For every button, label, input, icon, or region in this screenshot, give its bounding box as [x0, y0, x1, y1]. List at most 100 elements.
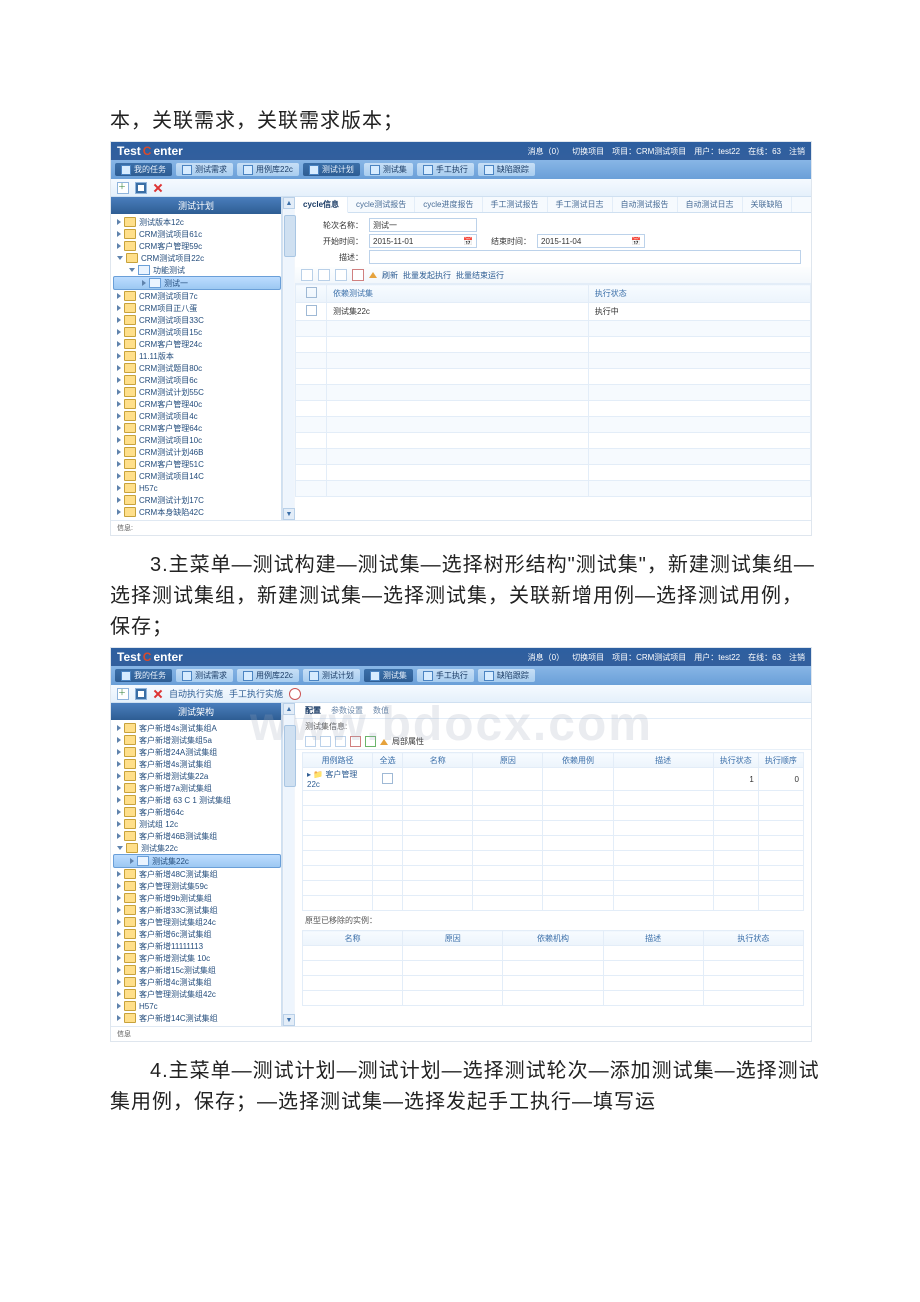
tree-node[interactable]: CRM测试项目15c	[113, 326, 281, 338]
tree-toggle-icon[interactable]	[117, 485, 121, 491]
col-header[interactable]: 依赖用例	[543, 753, 613, 768]
tb-auto-exec[interactable]: 自动执行实施	[169, 687, 223, 700]
hdr-logout[interactable]: 注销	[789, 652, 805, 663]
tree-node[interactable]: 客户新增4s测试集组	[113, 758, 281, 770]
subtab-config[interactable]: 配置	[305, 705, 321, 716]
save-icon[interactable]	[135, 688, 147, 700]
tree-toggle-icon[interactable]	[117, 425, 121, 431]
tree-toggle-icon[interactable]	[117, 883, 121, 889]
tree-node[interactable]: CRM客户管理24c	[113, 338, 281, 350]
tree-toggle-icon[interactable]	[117, 955, 121, 961]
menu-item[interactable]: 缺陷跟踪	[478, 163, 535, 176]
grid-refresh-label[interactable]: 刷新	[382, 270, 398, 281]
grid-batch-end-label[interactable]: 批量结束运行	[456, 270, 504, 281]
tree-toggle-icon[interactable]	[117, 1015, 121, 1021]
menu-item[interactable]: 测试需求	[176, 669, 233, 682]
tree-toggle-icon[interactable]	[117, 473, 121, 479]
save-icon[interactable]	[135, 182, 147, 194]
tree-node[interactable]: 客户新增测试集 10c	[113, 952, 281, 964]
col-exec-status[interactable]: 执行状态	[588, 285, 810, 303]
tab[interactable]: cycle进度报告	[415, 197, 482, 212]
tree-node[interactable]: 客户新增7a测试集组	[113, 782, 281, 794]
tree-node[interactable]: 客户新增15c测试集组	[113, 964, 281, 976]
menu-item[interactable]: 测试计划	[303, 163, 360, 176]
tab[interactable]: 自动测试报告	[613, 197, 678, 212]
tab[interactable]: cycle信息	[295, 197, 348, 213]
scroll-up-icon[interactable]: ▲	[283, 197, 295, 209]
tree-node[interactable]: 客户新增14C测试集组	[113, 1012, 281, 1024]
tree-node[interactable]: CRM客户管理51C	[113, 458, 281, 470]
tree-node[interactable]: 客户管理测试集59c	[113, 880, 281, 892]
hdr-logout[interactable]: 注销	[789, 146, 805, 157]
tree-node[interactable]: CRM测试计划17C	[113, 494, 281, 506]
col-header[interactable]: 依赖机构	[503, 931, 603, 946]
tree-toggle-icon[interactable]	[117, 401, 121, 407]
scroll-thumb[interactable]	[284, 725, 296, 787]
tree-node[interactable]: 客户新增测试集组5a	[113, 734, 281, 746]
tree-toggle-icon[interactable]	[117, 305, 121, 311]
col-header[interactable]: 名称	[303, 931, 403, 946]
tree-node[interactable]: 客户新增11111113	[113, 940, 281, 952]
tree-toggle-icon[interactable]	[117, 943, 121, 949]
menu-item[interactable]: 测试需求	[176, 163, 233, 176]
tree-toggle-icon[interactable]	[117, 437, 121, 443]
col-header[interactable]: 用例路径	[303, 753, 373, 768]
col-header[interactable]: 执行状态	[713, 753, 758, 768]
col-dep-testset[interactable]: 依赖测试集	[327, 285, 589, 303]
tree-toggle-icon[interactable]	[142, 280, 146, 286]
tab[interactable]: 关联缺陷	[743, 197, 792, 212]
row-checkbox[interactable]	[306, 305, 317, 316]
tree-toggle-icon[interactable]	[117, 895, 121, 901]
tree-node[interactable]: 客户新增4c测试集组	[113, 976, 281, 988]
tree-toggle-icon[interactable]	[117, 243, 121, 249]
grid-ic-2[interactable]	[318, 269, 330, 281]
tree-node[interactable]: 客户新增4s测试集组A	[113, 722, 281, 734]
hdr-switch-project[interactable]: 切换项目	[572, 146, 604, 157]
tree-toggle-icon[interactable]	[117, 509, 121, 515]
tree-node[interactable]: 测试集22c	[113, 842, 281, 854]
tree-node[interactable]: CRM测试计划46B	[113, 446, 281, 458]
hdr-messages[interactable]: 消息（0）	[528, 146, 564, 157]
tree-node[interactable]: 客户新增64c	[113, 806, 281, 818]
col-header[interactable]: 原因	[473, 753, 543, 768]
tree-toggle-icon[interactable]	[117, 919, 121, 925]
tree-node[interactable]: 测试集22c	[113, 854, 281, 868]
tree-toggle-icon[interactable]	[117, 809, 121, 815]
tree-node[interactable]: CRM测试项目7c	[113, 290, 281, 302]
tree-node[interactable]: 测试组 12c	[113, 818, 281, 830]
menu-item[interactable]: 我的任务	[115, 669, 172, 682]
sidebar-scrollbar[interactable]: ▲ ▼	[282, 703, 295, 1026]
input-cycle-name[interactable]: 测试一	[369, 218, 477, 232]
tree-toggle-icon[interactable]	[117, 353, 121, 359]
tree-toggle-icon[interactable]	[117, 389, 121, 395]
tree-node[interactable]: CRM项目正八蛋	[113, 302, 281, 314]
tree-toggle-icon[interactable]	[117, 256, 123, 260]
tree-toggle-icon[interactable]	[117, 931, 121, 937]
tree-toggle-icon[interactable]	[117, 365, 121, 371]
tree-node[interactable]: 11.11版本	[113, 350, 281, 362]
tree-toggle-icon[interactable]	[117, 749, 121, 755]
tb-sq-icon[interactable]	[335, 736, 346, 747]
menu-item[interactable]: 用例库22c	[237, 669, 299, 682]
tree-node[interactable]: 客户新增33C测试集组	[113, 904, 281, 916]
tree-toggle-icon[interactable]	[117, 967, 121, 973]
tree-node[interactable]: CRM客户管理64c	[113, 422, 281, 434]
tree-toggle-icon[interactable]	[117, 991, 121, 997]
tree-toggle-icon[interactable]	[117, 785, 121, 791]
tree-toggle-icon[interactable]	[117, 413, 121, 419]
col-header[interactable]: 名称	[403, 753, 473, 768]
tree-node[interactable]: 客户新增24A测试集组	[113, 746, 281, 758]
table-row[interactable]: 测试集22c 执行中	[296, 303, 811, 321]
menu-item[interactable]: 测试集	[364, 669, 413, 682]
tree-toggle-icon[interactable]	[129, 268, 135, 272]
input-start-date[interactable]: 2015-11-01	[369, 234, 477, 248]
tree-toggle-icon[interactable]	[117, 773, 121, 779]
tree-toggle-icon[interactable]	[117, 833, 121, 839]
grid-ic-stop[interactable]	[352, 269, 364, 281]
tree-node[interactable]: 客户新增46B测试集组	[113, 830, 281, 842]
tree-toggle-icon[interactable]	[117, 219, 121, 225]
tb-manual-exec[interactable]: 手工执行实施	[229, 687, 283, 700]
tree-node[interactable]: 客户新增9b测试集组	[113, 892, 281, 904]
tree-toggle-icon[interactable]	[117, 497, 121, 503]
menu-item[interactable]: 手工执行	[417, 163, 474, 176]
